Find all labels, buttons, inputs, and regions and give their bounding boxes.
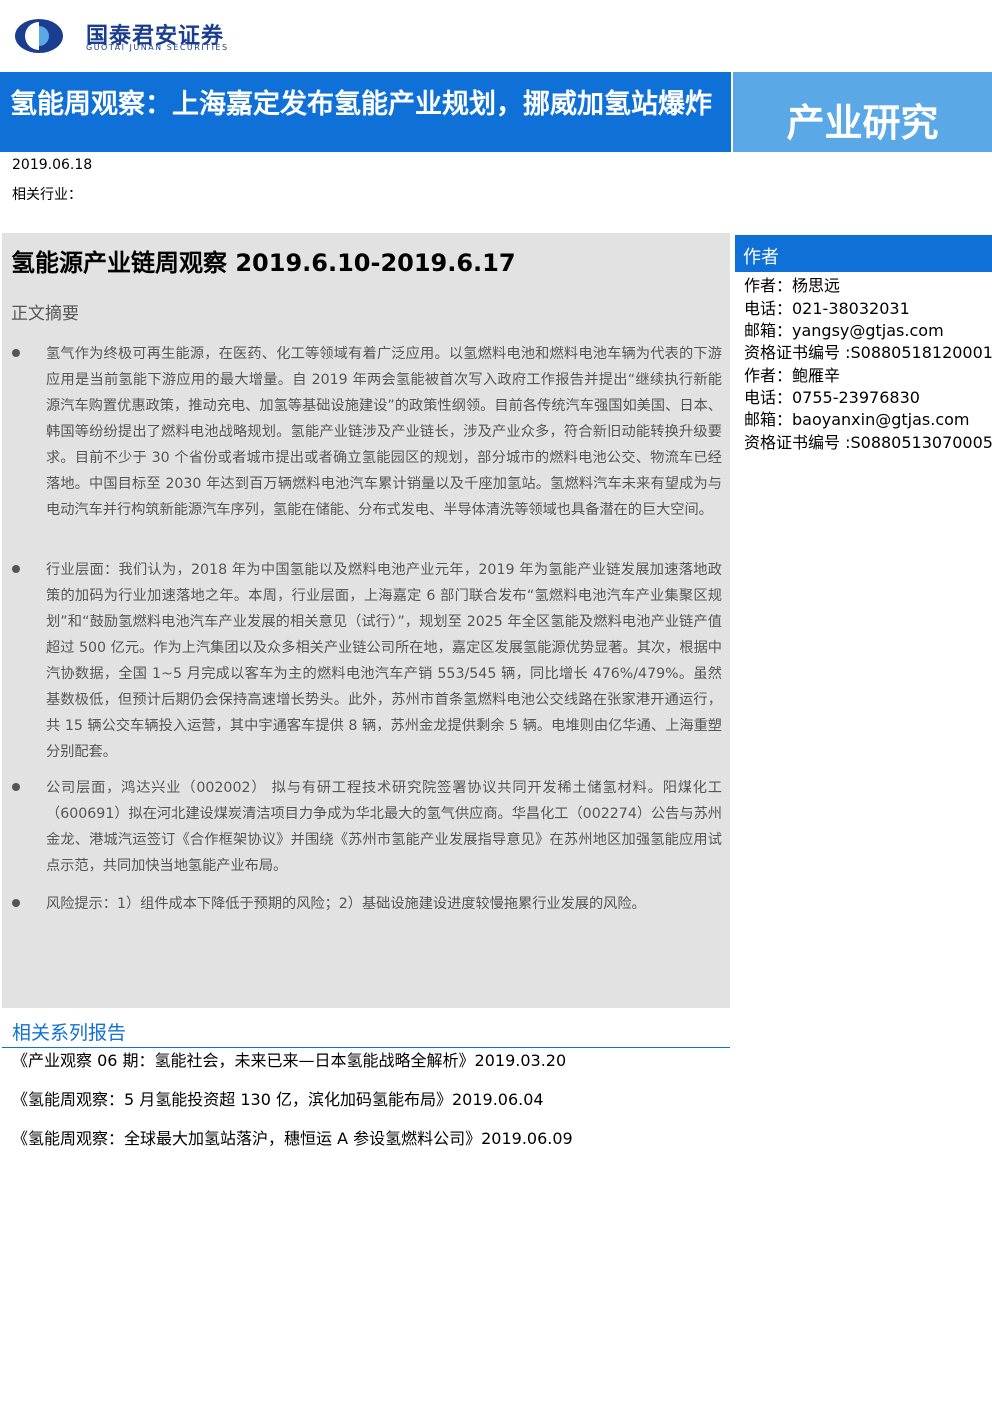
report-title: 氢能周观察：上海嘉定发布氢能产业规划，挪威加氢站爆炸 — [10, 89, 712, 120]
author-certificate: 资格证书编号 :S0880513070005 — [744, 433, 992, 452]
logo-name-en: GUOTAI JUNAN SECURITIES — [86, 43, 229, 52]
logo-mark-icon — [15, 19, 63, 53]
author-header-label: 作者 — [743, 247, 779, 268]
summary-bullet-text: 氢气作为终极可再生能源，在医药、化工等领域有着广泛应用。以氢燃料电池和燃料电池车… — [46, 346, 722, 518]
related-industry-label: 相关行业： — [12, 187, 82, 203]
related-report-link[interactable]: 《氢能周观察：全球最大加氢站落沪，穗恒运 A 参设氢燃料公司》2019.06.0… — [12, 1125, 573, 1149]
category-banner: 产业研究 — [733, 72, 992, 152]
related-report-link[interactable]: 《产业观察 06 期：氢能社会，未来已来—日本氢能战略全解析》2019.03.2… — [12, 1047, 566, 1071]
summary-bullet-text: 风险提示：1）组件成本下降低于预期的风险；2）基础设施建设进度较慢拖累行业发展的… — [46, 896, 646, 912]
author-name: 作者：鲍雁辛 — [744, 366, 841, 385]
related-report-link[interactable]: 《氢能周观察：5 月氢能投资超 130 亿，滨化加码氢能布局》2019.06.0… — [12, 1086, 544, 1110]
summary-title: 氢能源产业链周观察 2019.6.10-2019.6.17 — [11, 249, 516, 277]
report-category: 产业研究 — [786, 101, 939, 145]
author-header: 作者 — [735, 235, 992, 272]
report-date: 2019.06.18 — [12, 157, 93, 173]
author-email: 邮箱：yangsy@gtjas.com — [744, 321, 944, 340]
summary-box: 氢能源产业链周观察 2019.6.10-2019.6.17 正文摘要 氢气作为终… — [2, 233, 730, 1008]
author-name: 作者：杨思远 — [744, 276, 841, 295]
author-phone: 电话：021-38032031 — [744, 299, 910, 318]
author-phone: 电话：0755-23976830 — [744, 388, 920, 407]
bullet-dot-icon — [12, 899, 20, 907]
company-logo: 国泰君安证券 GUOTAI JUNAN SECURITIES — [14, 16, 244, 56]
summary-label: 正文摘要 — [11, 304, 79, 324]
author-email: 邮箱：baoyanxin@gtjas.com — [744, 410, 970, 429]
related-reports-header: 相关系列报告 — [12, 1022, 127, 1044]
title-banner: 氢能周观察：上海嘉定发布氢能产业规划，挪威加氢站爆炸 — [0, 72, 731, 152]
author-certificate: 资格证书编号 :S0880518120001 — [744, 343, 992, 362]
bullet-dot-icon — [12, 783, 20, 791]
summary-bullet-text: 公司层面，鸿达兴业（002002） 拟与有研工程技术研究院签署协议共同开发稀土储… — [46, 780, 722, 874]
bullet-dot-icon — [12, 349, 20, 357]
summary-bullet-text: 行业层面：我们认为，2018 年为中国氢能以及燃料电池产业元年，2019 年为氢… — [46, 562, 722, 760]
bullet-dot-icon — [12, 565, 20, 573]
